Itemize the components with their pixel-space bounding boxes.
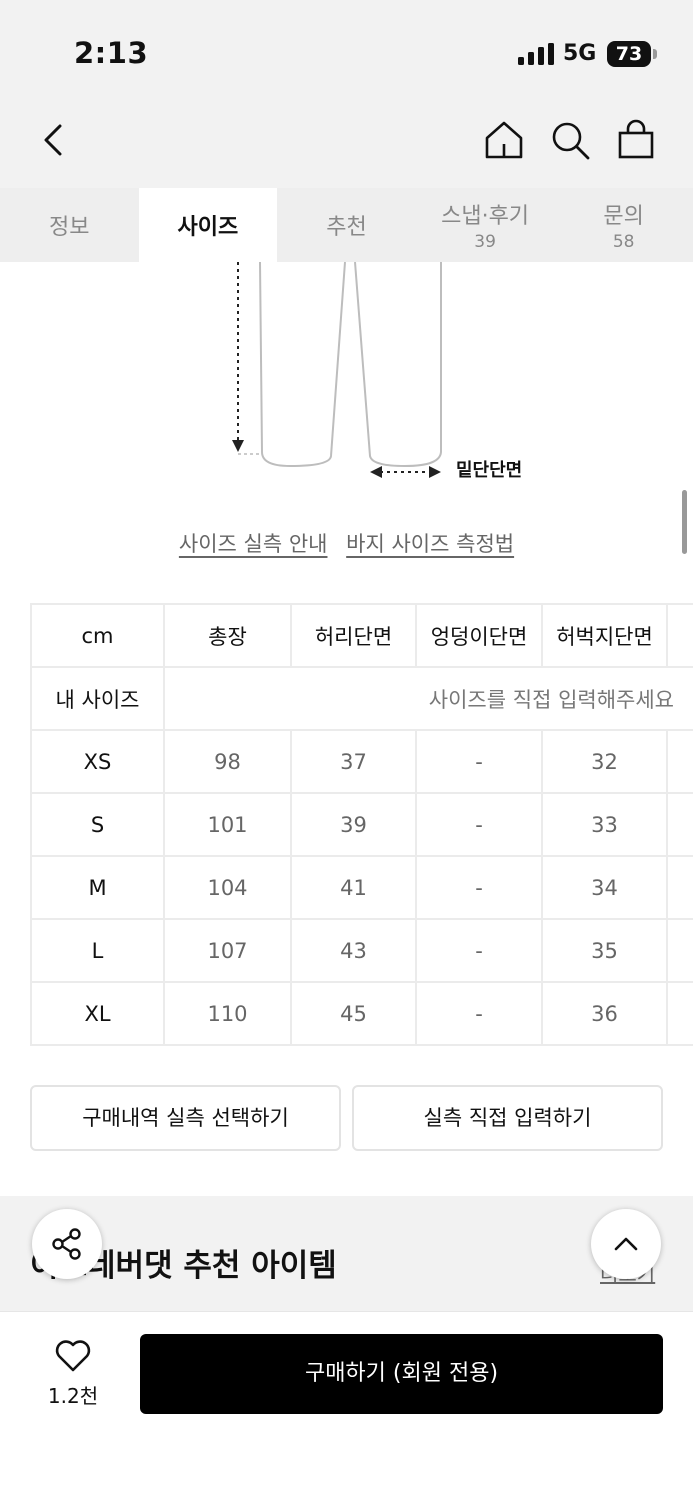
my-size-label: 내 사이즈 [30, 666, 165, 731]
table-row: S 101 39 - 33 [30, 792, 693, 857]
table-cell: 37 [290, 729, 417, 794]
table-cell: 107 [163, 918, 292, 983]
table-row: L 107 43 - 35 [30, 918, 693, 983]
column-header: 허리단면 [290, 603, 417, 668]
buy-button[interactable]: 구매하기 (회원 전용) [140, 1334, 663, 1414]
share-button[interactable] [32, 1209, 102, 1279]
inquiry-count: 58 [612, 232, 635, 252]
table-cell: 33 [541, 792, 668, 857]
table-cell: 98 [163, 729, 292, 794]
table-cell: 104 [163, 855, 292, 920]
search-icon[interactable] [548, 118, 592, 162]
tab-recommend[interactable]: 추천 [277, 188, 416, 262]
heart-icon[interactable] [54, 1339, 92, 1373]
table-cell: - [415, 855, 543, 920]
size-links: 사이즈 실측 안내 바지 사이즈 측정법 [0, 528, 693, 558]
size-label: XS [30, 729, 165, 794]
table-header-row: cm 총장 허리단면 엉덩이단면 허벅지단면 [30, 603, 693, 668]
size-label: XL [30, 981, 165, 1046]
tab-inquiry[interactable]: 문의 58 [554, 188, 693, 262]
table-cell: 110 [163, 981, 292, 1046]
unit-header: cm [30, 603, 165, 668]
column-header: 허벅지단면 [541, 603, 668, 668]
header-area: 2:13 5G 73 [0, 0, 693, 188]
status-time: 2:13 [74, 36, 149, 70]
table-cell: 34 [541, 855, 668, 920]
pants-measurement-diagram [232, 262, 442, 478]
my-size-row[interactable]: 내 사이즈 사이즈를 직접 입력해주세요 [30, 666, 693, 731]
product-tabs: 정보 사이즈 추천 스냅·후기 39 문의 58 [0, 188, 693, 262]
table-cell: - [415, 981, 543, 1046]
chevron-up-icon [614, 1237, 638, 1251]
battery-icon: 73 [607, 41, 651, 67]
size-label: S [30, 792, 165, 857]
table-row: XL 110 45 - 36 [30, 981, 693, 1046]
my-size-input-prompt[interactable]: 사이즈를 직접 입력해주세요 [163, 666, 693, 731]
size-label: M [30, 855, 165, 920]
table-cell: 39 [290, 792, 417, 857]
table-cell: - [415, 729, 543, 794]
table-cell: 36 [541, 981, 668, 1046]
table-cell: 101 [163, 792, 292, 857]
scroll-to-top-button[interactable] [591, 1209, 661, 1279]
table-row: XS 98 37 - 32 [30, 729, 693, 794]
size-guide-link[interactable]: 사이즈 실측 안내 [179, 532, 328, 556]
table-cell: 41 [290, 855, 417, 920]
table-cell: 32 [541, 729, 668, 794]
table-cell: 43 [290, 918, 417, 983]
chevron-left-icon[interactable] [36, 118, 70, 162]
share-icon [52, 1228, 81, 1260]
pants-measure-link[interactable]: 바지 사이즈 측정법 [346, 532, 514, 556]
shopping-bag-icon[interactable] [614, 118, 658, 162]
network-label: 5G [563, 41, 597, 66]
direct-input-measure-button[interactable]: 실측 직접 입력하기 [352, 1085, 663, 1151]
size-table: cm 총장 허리단면 엉덩이단면 허벅지단면 내 사이즈 사이즈를 직접 입력해… [30, 603, 693, 1046]
review-count: 39 [474, 232, 496, 252]
tab-size[interactable]: 사이즈 [138, 188, 278, 262]
table-cell: 35 [541, 918, 668, 983]
tab-info[interactable]: 정보 [0, 188, 139, 262]
home-icon[interactable] [482, 118, 526, 162]
tab-snap-review[interactable]: 스냅·후기 39 [416, 188, 555, 262]
column-header: 총장 [163, 603, 292, 668]
table-cell: 45 [290, 981, 417, 1046]
table-cell: - [415, 792, 543, 857]
hem-width-label: 밑단단면 [456, 460, 523, 481]
signal-icon [518, 43, 554, 65]
table-row: M 104 41 - 34 [30, 855, 693, 920]
like-count: 1.2천 [47, 1384, 99, 1408]
purchase-history-measure-button[interactable]: 구매내역 실측 선택하기 [30, 1085, 341, 1151]
size-label: L [30, 918, 165, 983]
table-cell: - [415, 918, 543, 983]
column-header: 엉덩이단면 [415, 603, 543, 668]
